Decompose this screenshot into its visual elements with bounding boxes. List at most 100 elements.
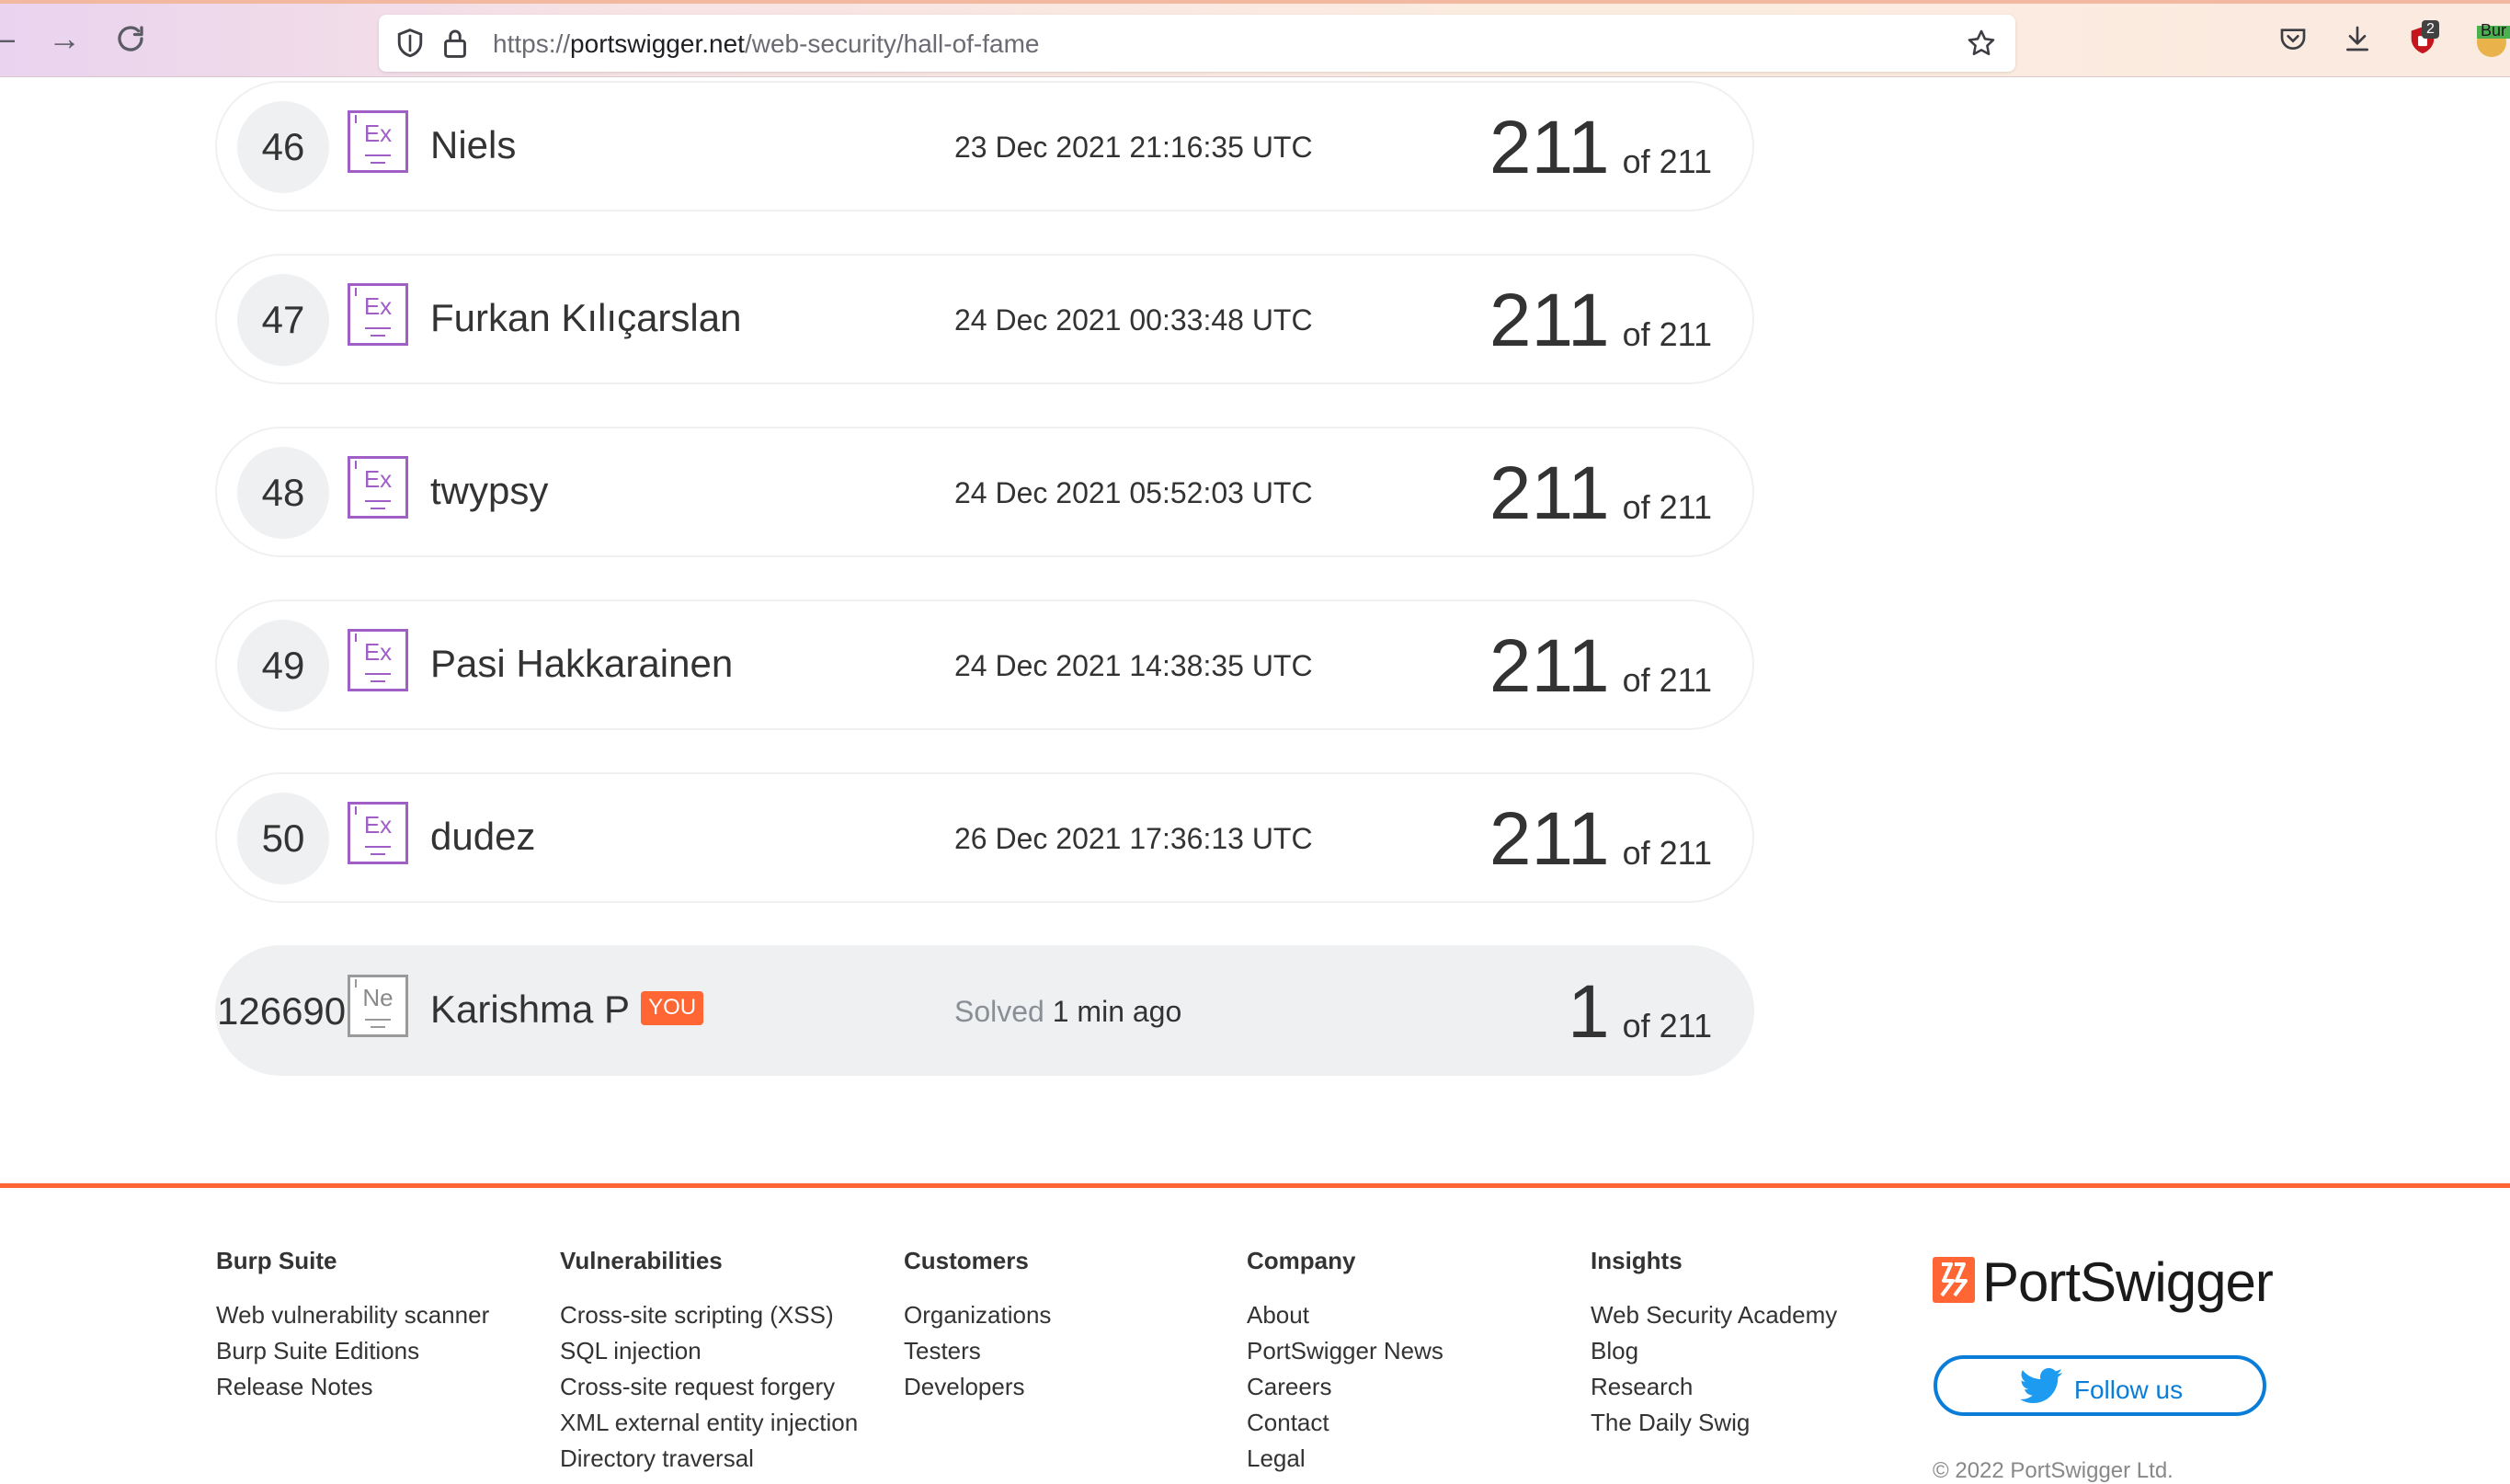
score-value: 211	[1489, 279, 1610, 362]
burp-extension-label: Bur	[2481, 21, 2507, 40]
forward-icon[interactable]: →	[46, 20, 83, 57]
footer-link[interactable]: Developers	[904, 1369, 1051, 1405]
solved-time: Solved 1 min ago	[954, 995, 1181, 1029]
logo-wordmark: PortSwigger	[1982, 1251, 2274, 1313]
footer-link[interactable]: Web Security Academy	[1591, 1297, 1837, 1333]
footer-column-company: Company About PortSwigger News Careers C…	[1247, 1247, 1443, 1477]
completion-date: 23 Dec 2021 21:16:35 UTC	[954, 131, 1313, 164]
url-scheme: https://	[493, 29, 571, 58]
score-value: 211	[1489, 451, 1610, 535]
score: 211 of 211	[1489, 278, 1712, 364]
downloads-icon[interactable]	[2343, 24, 2372, 58]
footer-link[interactable]: The Daily Swig	[1591, 1405, 1837, 1441]
score-value: 211	[1489, 624, 1610, 708]
footer-divider	[0, 1183, 2510, 1188]
leaderboard-row: 49 Ex Pasi Hakkarainen 24 Dec 2021 14:38…	[215, 599, 1754, 730]
level-badge-expert: Ex	[348, 456, 408, 519]
footer-link[interactable]: Legal	[1247, 1441, 1443, 1477]
footer-link[interactable]: Cross-site request forgery	[560, 1369, 858, 1405]
footer-link[interactable]: Organizations	[904, 1297, 1051, 1333]
footer-link[interactable]: SQL injection	[560, 1333, 858, 1369]
tracking-protection-shield-icon[interactable]	[395, 28, 425, 63]
footer-link[interactable]: Testers	[904, 1333, 1051, 1369]
completion-date: 24 Dec 2021 05:52:03 UTC	[954, 476, 1313, 509]
footer-link[interactable]: Release Notes	[216, 1369, 489, 1405]
level-badge-expert: Ex	[348, 283, 408, 346]
lock-icon[interactable]	[441, 28, 469, 63]
browser-toolbar: – → https://portswigger.net/web-security…	[0, 0, 2510, 77]
level-badge-newbie: Ne	[348, 975, 408, 1037]
level-abbr: Ne	[362, 984, 394, 1011]
back-icon[interactable]: –	[0, 20, 24, 57]
url-text[interactable]: https://portswigger.net/web-security/hal…	[493, 29, 1040, 59]
footer-column-vulnerabilities: Vulnerabilities Cross-site scripting (XS…	[560, 1247, 858, 1477]
rank-number: 47	[237, 274, 329, 366]
username: Furkan Kılıçarslan	[430, 296, 742, 339]
footer-link[interactable]: Directory traversal	[560, 1441, 858, 1477]
portswigger-logo[interactable]: PortSwigger	[1933, 1250, 2274, 1314]
level-abbr: Ex	[363, 465, 393, 493]
username: Niels	[430, 123, 517, 166]
level-abbr: Ex	[363, 638, 393, 666]
footer-link[interactable]: Contact	[1247, 1405, 1443, 1441]
score-value: 211	[1489, 797, 1610, 881]
footer-link[interactable]: About	[1247, 1297, 1443, 1333]
score-total: of 211	[1622, 661, 1712, 699]
footer-heading: Customers	[904, 1247, 1029, 1274]
level-abbr: Ex	[363, 811, 393, 839]
username-text: Karishma P	[430, 987, 631, 1031]
footer-heading: Insights	[1591, 1247, 1683, 1274]
burp-extension-icon[interactable]: Bur	[2473, 21, 2510, 63]
completion-date: 24 Dec 2021 14:38:35 UTC	[954, 649, 1313, 682]
footer-link[interactable]: XML external entity injection	[560, 1405, 858, 1441]
level-badge-expert: Ex	[348, 629, 408, 691]
footer-heading: Burp Suite	[216, 1247, 337, 1274]
score: 211 of 211	[1489, 796, 1712, 883]
score: 211 of 211	[1489, 105, 1712, 191]
level-abbr: Ex	[363, 292, 393, 320]
ublock-extension-icon[interactable]: 2	[2409, 20, 2439, 60]
bookmark-star-icon[interactable]	[1966, 28, 1997, 63]
footer-link[interactable]: Blog	[1591, 1333, 1837, 1369]
twitter-follow-button[interactable]: Follow us	[1934, 1355, 2266, 1416]
reload-icon[interactable]	[112, 22, 149, 59]
footer-link[interactable]: Careers	[1247, 1369, 1443, 1405]
rank-number: 46	[237, 101, 329, 193]
extension-badge-count: 2	[2422, 20, 2439, 39]
pocket-icon[interactable]	[2278, 24, 2308, 58]
score: 211 of 211	[1489, 451, 1712, 537]
footer-link[interactable]: Burp Suite Editions	[216, 1333, 489, 1369]
score: 211 of 211	[1489, 623, 1712, 710]
copyright: © 2022 PortSwigger Ltd.	[1933, 1458, 2173, 1483]
score-total: of 211	[1622, 834, 1712, 872]
level-badge-expert: Ex	[348, 802, 408, 864]
leaderboard-row: 46 Ex Niels 23 Dec 2021 21:16:35 UTC 211…	[215, 81, 1754, 211]
score-total: of 211	[1622, 143, 1712, 180]
score-total: of 211	[1622, 488, 1712, 526]
username: Karishma P YOU	[430, 987, 704, 1032]
score-total: of 211	[1622, 1007, 1712, 1045]
url-path: /web-security/hall-of-fame	[744, 29, 1040, 58]
footer-link[interactable]: Web vulnerability scanner	[216, 1297, 489, 1333]
solved-label: Solved	[954, 995, 1044, 1028]
footer-column-customers: Customers Organizations Testers Develope…	[904, 1247, 1051, 1405]
leaderboard-row: 50 Ex dudez 26 Dec 2021 17:36:13 UTC 211…	[215, 772, 1754, 903]
score: 1 of 211	[1568, 969, 1712, 1056]
completion-date: 26 Dec 2021 17:36:13 UTC	[954, 822, 1313, 855]
follow-label: Follow us	[2073, 1375, 2184, 1404]
username: Pasi Hakkarainen	[430, 642, 734, 685]
address-bar[interactable]: https://portswigger.net/web-security/hal…	[379, 15, 2015, 72]
footer-link[interactable]: PortSwigger News	[1247, 1333, 1443, 1369]
solved-ago: 1 min ago	[1052, 995, 1182, 1028]
footer-link[interactable]: Cross-site scripting (XSS)	[560, 1297, 858, 1333]
rank-number: 48	[237, 447, 329, 539]
rank-number: 50	[237, 793, 329, 885]
portswigger-logo-icon	[1933, 1257, 1975, 1307]
username: dudez	[430, 815, 536, 858]
level-badge-expert: Ex	[348, 110, 408, 173]
footer-heading: Company	[1247, 1247, 1356, 1274]
score-value: 211	[1489, 106, 1610, 189]
leaderboard-row: 48 Ex twypsy 24 Dec 2021 05:52:03 UTC 21…	[215, 427, 1754, 557]
level-abbr: Ex	[363, 120, 393, 147]
footer-link[interactable]: Research	[1591, 1369, 1837, 1405]
